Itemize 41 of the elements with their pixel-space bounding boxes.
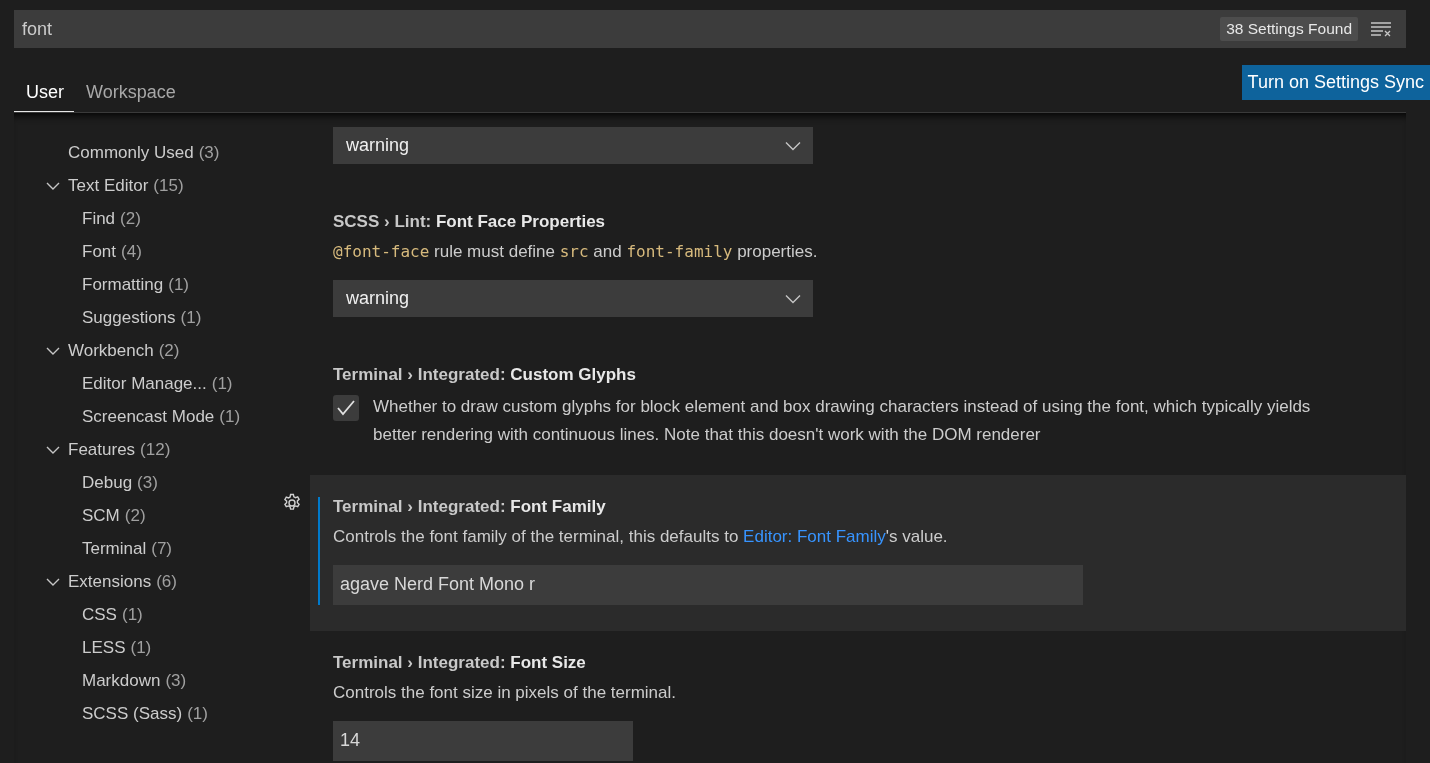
- setting-title: Terminal › Integrated: Custom Glyphs: [333, 365, 637, 385]
- result-count: 38 Settings Found: [1220, 17, 1358, 41]
- settings-gear-icon[interactable]: [282, 493, 302, 513]
- setting-description: Controls the font family of the terminal, this defaults to Editor: Font Family's value.: [333, 526, 949, 548]
- clear-filter-icon[interactable]: [1370, 21, 1392, 37]
- scope-tab[interactable]: User: [14, 65, 74, 112]
- setting-link[interactable]: Editor: Font Family: [743, 527, 886, 546]
- toc-item[interactable]: CSS (1): [14, 598, 270, 631]
- search-field[interactable]: font: [22, 18, 1209, 40]
- chevron-icon: [785, 140, 801, 151]
- toc-item[interactable]: Markdown (3): [14, 664, 270, 697]
- toc-item[interactable]: Workbench (2): [14, 334, 270, 367]
- setting-title: SCSS › Lint: Font Face Properties: [333, 212, 607, 232]
- text-field[interactable]: agave Nerd Font Mono r: [333, 565, 1083, 605]
- dropdown[interactable]: warning: [333, 127, 813, 164]
- toc-item[interactable]: Find (2): [14, 202, 270, 235]
- toc-item[interactable]: Features (12): [14, 433, 270, 466]
- scope-tab[interactable]: Workspace: [76, 65, 186, 112]
- checkbox[interactable]: [333, 395, 359, 421]
- toc-item[interactable]: Debug (3): [14, 466, 270, 499]
- toc-item[interactable]: Editor Manage... (1): [14, 367, 270, 400]
- setting-description: Controls the font size in pixels of the terminal.: [333, 682, 677, 704]
- toc-item[interactable]: Screencast Mode (1): [14, 400, 270, 433]
- toc-item[interactable]: Suggestions (1): [14, 301, 270, 334]
- setting-title: Terminal › Integrated: Font Size: [333, 653, 587, 673]
- toc-item[interactable]: SCSS (Sass) (1): [14, 697, 270, 730]
- toc-item[interactable]: SCM (2): [14, 499, 270, 532]
- number-field[interactable]: 14: [333, 721, 633, 761]
- setting-description: @font-face rule must define src and font-family properties.: [333, 241, 819, 263]
- dropdown[interactable]: warning: [333, 280, 813, 317]
- toc-item[interactable]: Formatting (1): [14, 268, 270, 301]
- toc-item[interactable]: Font (4): [14, 235, 270, 268]
- setting-description: Whether to draw custom glyphs for block element and box drawing characters instead of using the font, which typically yields better rendering with continuous lines. Note that this doesn't work with the DOM renderer: [373, 396, 1312, 446]
- chevron-icon: [785, 293, 801, 304]
- toc-item[interactable]: Text Editor (15): [14, 169, 270, 202]
- setting-title: Terminal › Integrated: Font Family: [333, 497, 607, 517]
- settings-sync-button[interactable]: Turn on Settings Sync: [1241, 65, 1430, 100]
- toc-item[interactable]: Extensions (6): [14, 565, 270, 598]
- toc-item[interactable]: Terminal (7): [14, 532, 270, 565]
- toc-item[interactable]: Commonly Used (3): [14, 136, 270, 169]
- toc-item[interactable]: LESS (1): [14, 631, 270, 664]
